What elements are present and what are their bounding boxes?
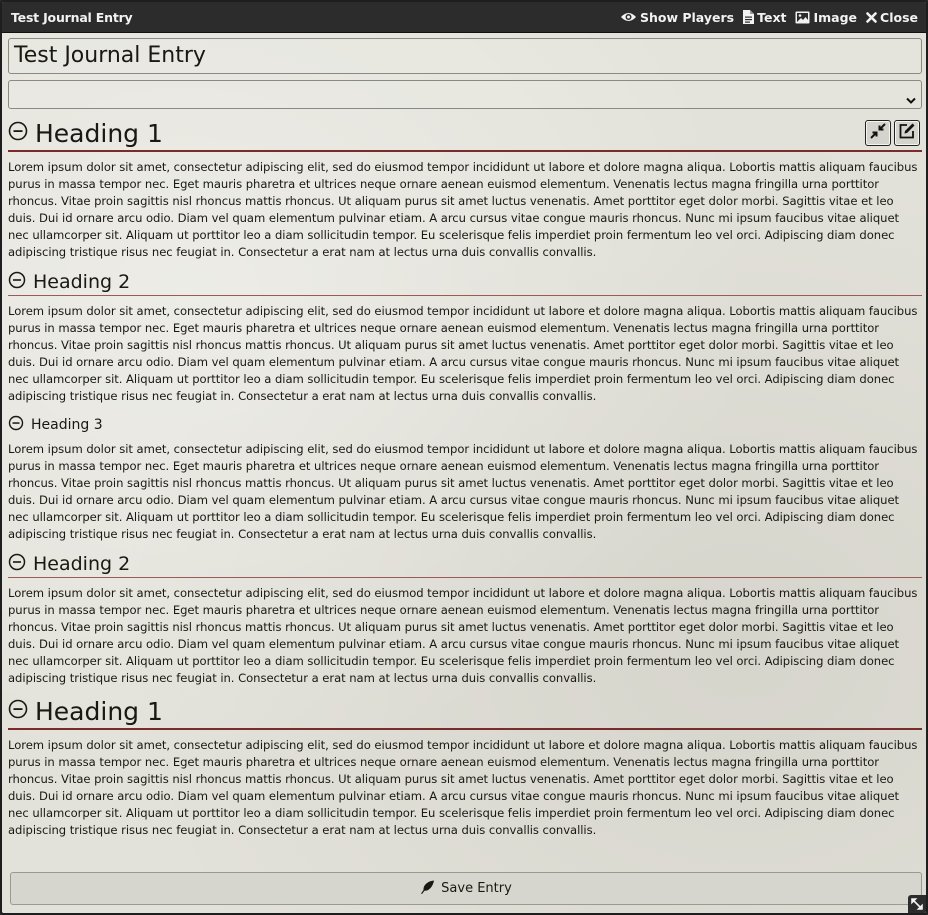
save-entry-label: Save Entry [441,881,512,896]
header-controls: Show Players Text Image Close [620,10,918,25]
text-button[interactable]: Text [743,10,786,25]
minus-circle-icon[interactable] [8,121,28,145]
heading-text: Heading 3 [31,417,103,433]
save-entry-button[interactable]: Save Entry [10,872,922,905]
paragraph: Lorem ipsum dolor sit amet, consectetur … [8,442,918,541]
window-header[interactable]: Test Journal Entry Show Players Text Ima… [2,2,926,33]
heading-2-second: Heading 2 [8,551,922,578]
journal-content: Test Journal Entry Heading 1 Lorem ipsum… [2,33,926,913]
edit-button[interactable] [894,120,920,146]
edit-icon [898,122,916,144]
heading-text: Heading 2 [33,271,131,293]
close-button[interactable]: Close [866,10,918,25]
minus-circle-icon[interactable] [8,415,24,435]
editor-tools [865,120,920,146]
heading-text: Heading 1 [35,118,163,148]
compress-button[interactable] [865,120,891,146]
resize-handle[interactable] [908,895,926,913]
heading-1-second: Heading 1 [8,696,922,730]
compress-icon [870,123,886,143]
heading-2-first: Heading 2 [8,269,922,296]
close-icon [866,11,877,23]
minus-circle-icon[interactable] [8,699,28,723]
heading-1-first: Heading 1 [8,118,922,152]
show-players-button[interactable]: Show Players [620,10,734,25]
minus-circle-icon[interactable] [8,553,26,575]
image-button[interactable]: Image [795,10,857,25]
journal-window: Test Journal Entry Show Players Text Ima… [0,0,928,915]
image-icon [795,11,810,24]
paragraph: Lorem ipsum dolor sit amet, consectetur … [8,738,918,837]
image-label: Image [813,9,858,25]
heading-text: Heading 1 [35,696,163,726]
feather-icon [420,880,435,898]
paragraph: Lorem ipsum dolor sit amet, consectetur … [8,304,918,403]
paragraph: Lorem ipsum dolor sit amet, consectetur … [8,586,918,685]
file-text-icon [743,10,755,24]
chevron-down-icon [906,90,916,109]
heading-text: Heading 2 [33,553,131,575]
close-label: Close [880,9,918,25]
minus-circle-icon[interactable] [8,271,26,293]
heading-3: Heading 3 [8,413,922,437]
resize-icon [911,895,923,914]
window-title: Test Journal Entry [11,9,133,25]
paragraph: Lorem ipsum dolor sit amet, consectetur … [8,160,918,259]
text-label: Text [757,9,787,25]
show-players-label: Show Players [639,9,735,25]
journal-editor[interactable]: Heading 1 Lorem ipsum dolor sit amet, co… [8,118,922,839]
entry-name-input[interactable]: Test Journal Entry [8,38,922,74]
eye-icon [620,11,637,23]
folder-select[interactable] [8,80,922,109]
